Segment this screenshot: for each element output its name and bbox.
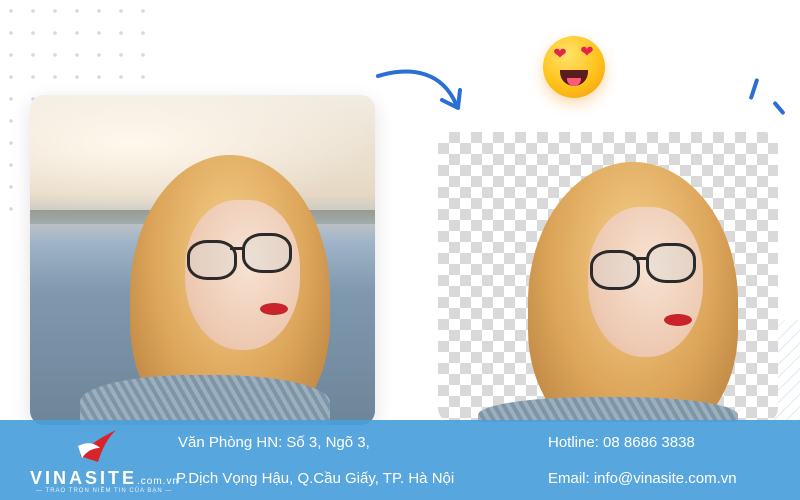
accent-dash — [748, 77, 760, 101]
glasses-bridge — [633, 257, 647, 260]
glasses-right-lens — [646, 243, 696, 283]
glasses-right-lens — [242, 233, 292, 273]
heart-eye-icon: ❤ — [553, 46, 567, 63]
accent-dash — [772, 100, 786, 116]
email-text[interactable]: Email: info@vinasite.com.vn — [548, 470, 737, 487]
hotline-text[interactable]: Hotline: 08 8686 3838 — [548, 434, 695, 451]
contact-footer: VINASITE.com.vn — TRAO TRỌN NIỀM TIN CỦA… — [0, 420, 800, 500]
logo-slogan: — TRAO TRỌN NIỀM TIN CỦA BẠN — — [36, 488, 173, 494]
address-line-1: Văn Phòng HN: Số 3, Ngõ 3, — [178, 434, 370, 451]
original-photo — [30, 95, 375, 425]
curved-arrow-icon — [376, 69, 462, 110]
sweater — [80, 375, 330, 425]
glasses-left-lens — [590, 250, 640, 290]
woman-figure — [70, 135, 370, 425]
heart-eyes-emoji-icon: ❤ ❤ — [543, 36, 605, 98]
heart-eye-icon: ❤ — [580, 44, 594, 61]
sweater — [478, 397, 738, 422]
cutout-photo — [438, 132, 778, 422]
glasses-bridge — [230, 247, 243, 250]
logo-wordmark: VINASITE.com.vn — [30, 468, 180, 488]
woman-figure-cutout — [478, 142, 778, 422]
glasses-left-lens — [187, 240, 237, 280]
lips — [260, 303, 288, 315]
lips — [664, 314, 692, 326]
vinasite-logo-icon — [78, 430, 116, 462]
address-line-2: P.Dịch Vọng Hậu, Q.Cầu Giấy, TP. Hà Nội — [176, 470, 455, 487]
